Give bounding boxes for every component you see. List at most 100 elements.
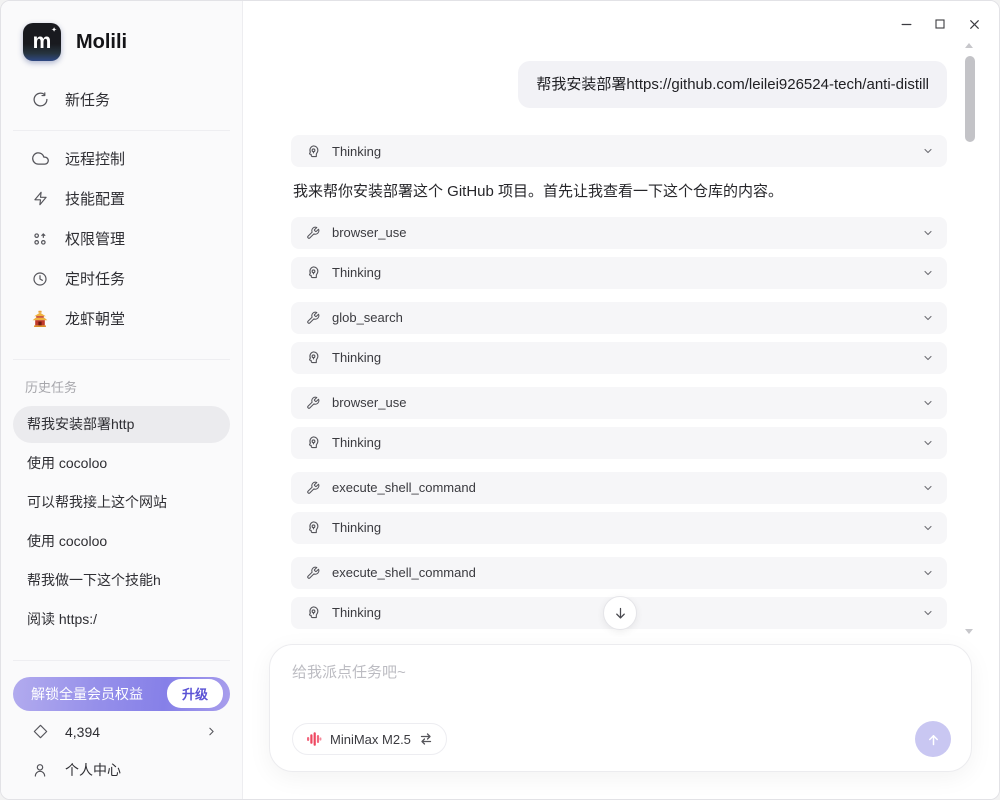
- palace-icon: [31, 310, 49, 328]
- tool-step-row[interactable]: execute_shell_command: [291, 557, 947, 589]
- tool-step-row[interactable]: glob_search: [291, 302, 947, 334]
- profile-row[interactable]: 个人中心: [13, 753, 230, 787]
- chevron-down-icon: [922, 352, 934, 364]
- tool-step-row[interactable]: execute_shell_command: [291, 472, 947, 504]
- switch-model-icon: [419, 732, 433, 746]
- sidebar-item-label: 技能配置: [65, 188, 125, 209]
- sidebar: m ✦ Molili 新任务 远程控制: [1, 1, 243, 799]
- chevron-down-icon: [922, 312, 934, 324]
- step-label: Thinking: [332, 605, 381, 620]
- sparkle-icon: ✦: [51, 26, 57, 34]
- close-button[interactable]: [963, 13, 985, 35]
- wrench-icon: [304, 479, 322, 497]
- upgrade-banner[interactable]: 解锁全量会员权益 升级: [13, 677, 230, 711]
- model-selector-chip[interactable]: MiniMax M2.5: [292, 723, 447, 755]
- thinking-step-row[interactable]: Thinking: [291, 342, 947, 374]
- cloud-icon: [31, 150, 49, 168]
- wrench-icon: [304, 224, 322, 242]
- new-task-label: 新任务: [65, 89, 110, 110]
- sidebar-item-lobster-court[interactable]: 龙虾朝堂: [1, 299, 242, 339]
- sidebar-item-label: 龙虾朝堂: [65, 308, 125, 329]
- sidebar-item-skills[interactable]: 技能配置: [1, 179, 242, 219]
- divider: [13, 130, 230, 131]
- new-task-button[interactable]: 新任务: [1, 89, 242, 110]
- history-item[interactable]: 使用 cocoloo: [13, 523, 230, 560]
- credits-value: 4,394: [65, 724, 100, 740]
- upgrade-banner-text: 解锁全量会员权益: [31, 684, 143, 704]
- divider: [13, 359, 230, 360]
- step-label: execute_shell_command: [332, 480, 476, 495]
- step-label: browser_use: [332, 395, 406, 410]
- wrench-icon: [304, 309, 322, 327]
- sidebar-item-scheduled-tasks[interactable]: 定时任务: [1, 259, 242, 299]
- composer: MiniMax M2.5: [269, 644, 972, 772]
- thinking-step-row[interactable]: Thinking: [291, 427, 947, 459]
- clock-icon: [31, 270, 49, 288]
- chat-area: 帮我安装部署https://github.com/leilei926524-te…: [291, 1, 947, 629]
- thinking-icon: [304, 519, 322, 537]
- chevron-down-icon: [922, 227, 934, 239]
- step-label: Thinking: [332, 435, 381, 450]
- history-item[interactable]: 使用 cocoloo: [13, 445, 230, 482]
- step-label: Thinking: [332, 265, 381, 280]
- send-button[interactable]: [915, 721, 951, 757]
- history-item[interactable]: 帮我做一下这个技能h: [13, 562, 230, 599]
- app-logo: m ✦: [23, 23, 61, 61]
- chevron-down-icon: [922, 145, 934, 157]
- sidebar-item-permissions[interactable]: 权限管理: [1, 219, 242, 259]
- thinking-icon: [304, 142, 322, 160]
- logo-letter: m: [33, 30, 52, 54]
- history-list: 帮我安装部署http 使用 cocoloo 可以帮我接上这个网站 使用 coco…: [1, 404, 242, 640]
- window-controls: [895, 13, 985, 35]
- profile-label: 个人中心: [65, 760, 121, 780]
- model-name: MiniMax M2.5: [330, 732, 411, 747]
- minimize-button[interactable]: [895, 13, 917, 35]
- sidebar-item-remote-control[interactable]: 远程控制: [1, 139, 242, 179]
- thinking-step-row[interactable]: Thinking: [291, 257, 947, 289]
- wrench-icon: [304, 564, 322, 582]
- scroll-to-bottom-button[interactable]: [603, 596, 637, 630]
- thinking-icon: [304, 434, 322, 452]
- step-label: browser_use: [332, 225, 406, 240]
- app-window: m ✦ Molili 新任务 远程控制: [0, 0, 1000, 800]
- tool-step-row[interactable]: browser_use: [291, 387, 947, 419]
- permissions-icon: [31, 230, 49, 248]
- history-item[interactable]: 可以帮我接上这个网站: [13, 484, 230, 521]
- scrollbar-down-arrow[interactable]: [965, 629, 973, 634]
- intro-step-container: Thinking: [291, 135, 947, 167]
- logo-row: m ✦ Molili: [1, 1, 242, 61]
- chevron-down-icon: [922, 567, 934, 579]
- thinking-icon: [304, 604, 322, 622]
- chevron-down-icon: [922, 607, 934, 619]
- sidebar-item-label: 远程控制: [65, 148, 125, 169]
- upgrade-button[interactable]: 升级: [167, 679, 223, 708]
- user-message-bubble: 帮我安装部署https://github.com/leilei926524-te…: [518, 61, 947, 108]
- maximize-button[interactable]: [929, 13, 951, 35]
- history-section-label: 历史任务: [25, 377, 242, 396]
- chevron-down-icon: [922, 522, 934, 534]
- assistant-text: 我来帮你安装部署这个 GitHub 项目。首先让我查看一下这个仓库的内容。: [293, 181, 945, 204]
- step-label: glob_search: [332, 310, 403, 325]
- sidebar-item-label: 权限管理: [65, 228, 125, 249]
- chevron-down-icon: [922, 397, 934, 409]
- step-label: Thinking: [332, 144, 381, 159]
- chevron-down-icon: [922, 267, 934, 279]
- lightning-icon: [31, 190, 49, 208]
- sidebar-item-label: 定时任务: [65, 268, 125, 289]
- main-area: 帮我安装部署https://github.com/leilei926524-te…: [243, 1, 999, 799]
- step-label: Thinking: [332, 520, 381, 535]
- step-label: Thinking: [332, 350, 381, 365]
- thinking-step-row[interactable]: Thinking: [291, 135, 947, 167]
- thinking-step-row[interactable]: Thinking: [291, 512, 947, 544]
- scrollbar-thumb[interactable]: [965, 56, 975, 142]
- history-item[interactable]: 阅读 https:/: [13, 601, 230, 638]
- steps-after-text: browser_use Thinking glob_search: [291, 217, 947, 629]
- tool-step-row[interactable]: browser_use: [291, 217, 947, 249]
- credits-row[interactable]: 4,394: [13, 715, 230, 749]
- diamond-icon: [31, 723, 49, 741]
- scrollbar-up-arrow[interactable]: [965, 43, 973, 48]
- wrench-icon: [304, 394, 322, 412]
- task-input[interactable]: [292, 661, 951, 701]
- thinking-icon: [304, 264, 322, 282]
- history-item[interactable]: 帮我安装部署http: [13, 406, 230, 443]
